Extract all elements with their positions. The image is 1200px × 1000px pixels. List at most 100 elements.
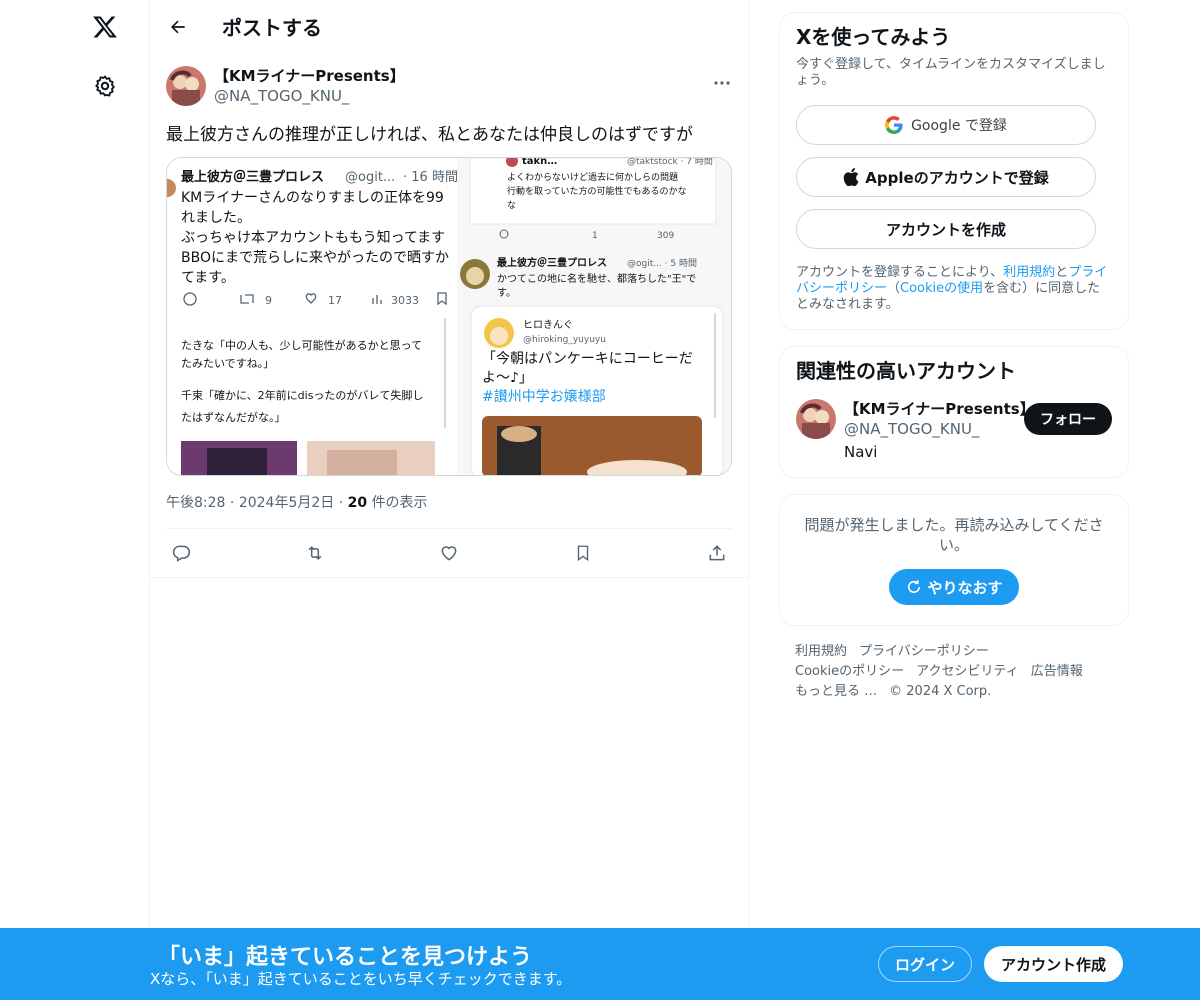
media-left-name: 最上彼方＠三豊プロレス — [181, 169, 324, 185]
media-left-line: れました。 — [181, 210, 251, 226]
tweet-author[interactable]: 【KMライナーPresents】 @NA_TOGO_KNU_ — [166, 63, 732, 109]
legal-mid: （ — [887, 281, 901, 296]
footer-link[interactable]: 利用規約 — [795, 644, 847, 659]
footer-link[interactable]: Cookieのポリシー — [795, 664, 904, 679]
bottombar-subtitle: Xなら、「いま」起きていることをいち早くチェックできます。 — [150, 970, 572, 988]
tweet-media-image[interactable]: 最上彼方＠三豊プロレス @ogit... · 16 時間 KMライナーさんのなり… — [166, 157, 732, 476]
footer-link[interactable]: もっと見る … — [795, 684, 877, 699]
media-left-reply: 千束「確かに、2年前にdisったのがバレて失脚し — [181, 388, 423, 402]
signup-title: Xを使ってみよう — [796, 25, 951, 49]
login-button[interactable]: ログイン — [878, 946, 972, 982]
legal-text: アカウントを登録することにより、利用規約とプライバシーポリシー（Cookieの使… — [796, 265, 1112, 313]
media-right-mid-handle: @ogit... · 5 時間 — [627, 258, 697, 269]
refresh-icon — [905, 578, 923, 596]
svg-text:な: な — [507, 200, 516, 211]
retry-label: やりなおす — [927, 578, 1003, 597]
right-sidebar: Xを使ってみよう 今すぐ登録して、タイムラインをカスタマイズしましょう。 Goo… — [779, 12, 1129, 702]
google-icon — [885, 116, 903, 134]
display-name[interactable]: 【KMライナーPresents】 — [214, 66, 405, 86]
media-left-handle: @ogit... — [345, 170, 395, 185]
apple-signup-button[interactable]: Appleのアカウントで登録 — [796, 157, 1096, 197]
create-account-label: アカウントを作成 — [885, 220, 1006, 239]
media-inner-line: 「今朝はパンケーキにコーヒーだ — [482, 351, 693, 367]
error-card: 問題が発生しました。再読み込みしてください。 やりなおす — [779, 494, 1129, 626]
tweet-actions — [166, 529, 732, 577]
tweet-date[interactable]: 2024年5月2日 — [239, 495, 334, 511]
media-right-mid-line: す。 — [497, 287, 516, 299]
error-text: 問題が発生しました。再読み込みしてください。 — [804, 516, 1104, 554]
media-right-top-line: よくわからないけど過去に何かしらの問題 — [507, 171, 678, 183]
related-name[interactable]: 【KMライナーPresents】 — [844, 399, 1035, 419]
media-right-mid-line: かつてこの地に名を馳せ、都落ちした"王"で — [497, 272, 696, 285]
follow-button[interactable]: フォロー — [1024, 403, 1112, 435]
tweet: 【KMライナーPresents】 @NA_TOGO_KNU_ 最上彼方さんの推理… — [150, 63, 748, 577]
media-left-likes: 17 — [328, 294, 342, 307]
media-right-top-views: 309 — [657, 231, 674, 241]
retweet-icon[interactable] — [304, 542, 326, 564]
media-left-reply: たきな「中の人も、少し可能性があるかと思って — [181, 338, 422, 352]
media-inner-tag: #讃州中学お嬢様部 — [482, 389, 606, 405]
apple-signup-label: Appleのアカウントで登録 — [865, 168, 1049, 187]
media-left-line: BBOにまで荒らしに来やがったので晒すか — [181, 250, 449, 266]
tweet-text: 最上彼方さんの推理が正しければ、私とあなたは仲良しのはずですが — [166, 125, 693, 145]
legal-pre: アカウントを登録することにより、 — [796, 265, 1004, 280]
media-left-views: 3033 — [391, 294, 419, 307]
reply-icon[interactable] — [170, 542, 192, 564]
x-logo-icon[interactable] — [88, 10, 122, 44]
divider — [150, 577, 748, 578]
avatar[interactable] — [796, 399, 836, 439]
footer-link[interactable]: 広告情報 — [1031, 664, 1083, 679]
page-title: ポストする — [222, 16, 322, 40]
media-inner-line: よ〜♪」 — [482, 370, 533, 386]
terms-link[interactable]: 利用規約 — [1003, 265, 1055, 280]
bookmark-icon[interactable] — [572, 542, 594, 564]
footer-link[interactable]: アクセシビリティ — [916, 664, 1019, 679]
media-right-top-line: 行動を取っていた方の可能性でもあるのかな — [507, 185, 687, 197]
media-left-rt: 9 — [265, 294, 272, 307]
retry-button[interactable]: やりなおす — [889, 569, 1019, 605]
media-left-reply: たみたいですね。」 — [181, 357, 274, 370]
media-left-reply: たはずなんだがな。」 — [181, 410, 286, 424]
tweet-views-label: 件の表示 — [371, 495, 428, 511]
legal-and: と — [1055, 265, 1069, 280]
media-left-time: · 16 時間 — [403, 170, 458, 185]
media-right-top-name: takn… — [522, 158, 557, 167]
cookie-link[interactable]: Cookieの使用 — [900, 281, 983, 296]
gear-icon[interactable] — [89, 70, 121, 102]
signup-subtitle: 今すぐ登録して、タイムラインをカスタマイズしましょう。 — [796, 57, 1106, 88]
more-icon[interactable] — [712, 73, 732, 93]
page-header: ポストする — [150, 0, 748, 53]
signup-card: Xを使ってみよう 今すぐ登録して、タイムラインをカスタマイズしましょう。 Goo… — [779, 12, 1129, 330]
related-title: 関連性の高いアカウント — [796, 359, 1016, 383]
related-handle[interactable]: @NA_TOGO_KNU_ — [844, 419, 1035, 439]
media-right-top-likes: 1 — [592, 231, 598, 241]
like-icon[interactable] — [438, 542, 460, 564]
google-signup-button[interactable]: Google で登録 — [796, 105, 1096, 145]
create-account-button[interactable]: アカウントを作成 — [796, 209, 1096, 249]
media-right-mid-name: 最上彼方＠三豊プロレス — [497, 256, 607, 269]
media-right-top-handle: @taktstock · 7 時間 — [627, 158, 713, 167]
tweet-time[interactable]: 午後8:28 — [166, 495, 225, 511]
related-accounts-card: 関連性の高いアカウント 【KMライナーPresents】 @NA_TOGO_KN… — [779, 346, 1129, 478]
tweet-meta: 午後8:28 · 2024年5月2日 · 20 件の表示 — [166, 495, 428, 511]
tweet-views-count: 20 — [347, 495, 368, 511]
media-left-line: ぶっちゃけ本アカウントももう知ってます — [181, 229, 445, 246]
bottombar-title: 「いま」起きていることを見つけよう — [158, 945, 533, 970]
related-account[interactable]: 【KMライナーPresents】 @NA_TOGO_KNU_ Navi フォロー — [796, 399, 1112, 461]
copyright: © 2024 X Corp. — [889, 684, 992, 699]
footer-link[interactable]: プライバシーポリシー — [859, 644, 989, 659]
signup-button[interactable]: アカウント作成 — [984, 946, 1123, 982]
bottom-signup-bar: 「いま」起きていることを見つけよう Xなら、「いま」起きていることをいち早くチェ… — [0, 928, 1200, 1000]
google-signup-label: Google で登録 — [911, 118, 1007, 134]
left-nav — [0, 0, 150, 1000]
media-left-line: てます。 — [181, 270, 235, 286]
apple-icon — [843, 168, 859, 186]
media-left-line: KMライナーさんのなりすましの正体を99 — [181, 190, 444, 206]
media-inner-name: ヒロきんぐ — [523, 319, 573, 331]
handle[interactable]: @NA_TOGO_KNU_ — [214, 86, 405, 106]
avatar[interactable] — [166, 66, 206, 106]
share-icon[interactable] — [706, 542, 728, 564]
arrow-left-icon[interactable] — [166, 15, 190, 39]
media-inner-handle: @hiroking_yuyuyu — [523, 335, 606, 345]
related-bio: Navi — [844, 443, 878, 461]
